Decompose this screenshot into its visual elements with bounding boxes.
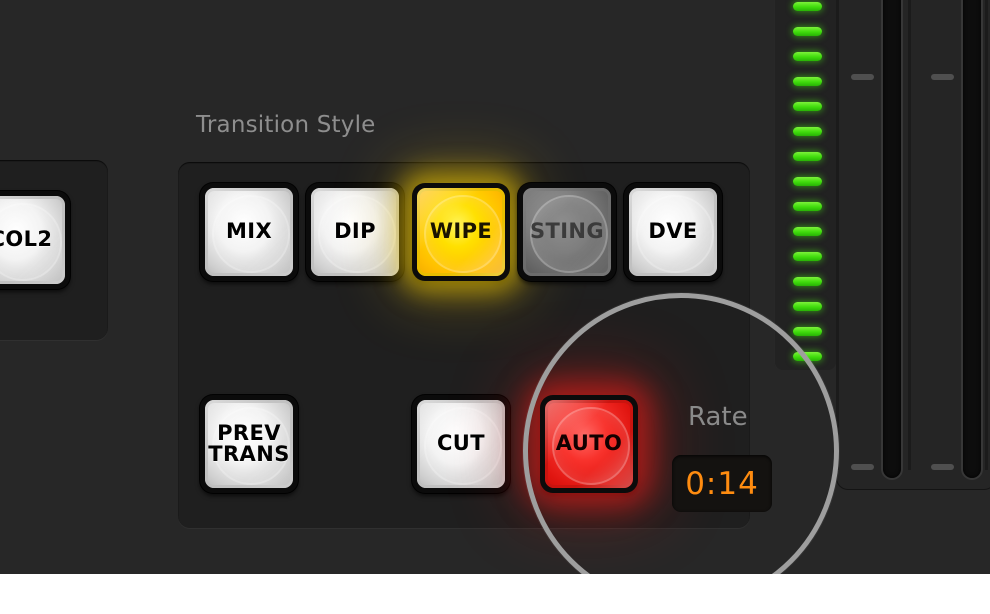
keycap-wipe: WIPE [417, 188, 505, 276]
transition-style-button-mix-label: MIX [225, 219, 273, 244]
transition-control-button-auto-label: AUTO [555, 431, 623, 456]
audio-fader-slot[interactable] [963, 0, 981, 478]
transition-control-button-prev-trans[interactable]: PREV TRANS [200, 395, 298, 493]
transition-style-button-sting[interactable]: STING [518, 183, 616, 281]
bottom-white-strip [0, 574, 990, 614]
fader-tick-right-upper [931, 74, 954, 80]
console-surface: COL2 Transition Style MIX DIP WIPE [0, 0, 990, 609]
audio-meter-led-12 [793, 277, 822, 286]
rate-label: Rate [688, 402, 748, 432]
transition-style-button-dve[interactable]: DVE [624, 183, 722, 281]
source-button-panel: COL2 [0, 160, 108, 340]
transition-style-panel: MIX DIP WIPE STING DVE PREV TRANS CUT AU… [178, 162, 750, 528]
transition-control-button-auto[interactable]: AUTO [540, 395, 638, 493]
fader-divider-left [836, 0, 839, 470]
fader-tick-right-lower [931, 464, 954, 470]
audio-meter-led-9 [793, 202, 822, 211]
keycap-col2: COL2 [0, 196, 65, 284]
rate-display[interactable]: 0:14 [672, 455, 772, 512]
audio-meter-led-3 [793, 52, 822, 61]
transition-control-button-prev-trans-label: PREV TRANS [208, 420, 290, 466]
transition-style-button-wipe-label: WIPE [429, 219, 493, 244]
audio-meter-led-15 [793, 352, 822, 361]
source-button-col2-label: COL2 [0, 227, 53, 252]
fader-divider-right [985, 0, 988, 470]
audio-meter-led-11 [793, 252, 822, 261]
screenshot-stage: COL2 Transition Style MIX DIP WIPE [0, 0, 990, 614]
transition-style-button-wipe[interactable]: WIPE [412, 183, 510, 281]
audio-meter-led-5 [793, 102, 822, 111]
transition-style-button-dip[interactable]: DIP [306, 183, 404, 281]
audio-meter-led-10 [793, 227, 822, 236]
audio-meter-led-14 [793, 327, 822, 336]
keycap-prev-trans: PREV TRANS [205, 400, 293, 488]
transition-style-heading: Transition Style [196, 112, 376, 138]
rate-value: 0:14 [685, 465, 759, 502]
keycap-mix: MIX [205, 188, 293, 276]
audio-meter-led-13 [793, 302, 822, 311]
keycap-dve: DVE [629, 188, 717, 276]
fader-tick-left-upper [851, 74, 874, 80]
keycap-sting: STING [523, 188, 611, 276]
fader-divider-mid [908, 0, 911, 470]
audio-level-meter [774, 0, 836, 370]
keycap-dip: DIP [311, 188, 399, 276]
audio-meter-led-1 [793, 2, 822, 11]
keycap-cut: CUT [417, 400, 505, 488]
transition-style-button-mix[interactable]: MIX [200, 183, 298, 281]
fader-bay [836, 0, 990, 490]
transition-style-button-dve-label: DVE [648, 219, 698, 244]
audio-meter-led-4 [793, 77, 822, 86]
transition-style-button-sting-label: STING [529, 219, 605, 244]
source-button-col2[interactable]: COL2 [0, 191, 70, 289]
audio-meter-led-8 [793, 177, 822, 186]
fader-tick-left-lower [851, 464, 874, 470]
audio-meter-led-7 [793, 152, 822, 161]
transition-control-button-cut[interactable]: CUT [412, 395, 510, 493]
audio-meter-led-2 [793, 27, 822, 36]
transition-control-button-cut-label: CUT [437, 431, 485, 456]
audio-meter-led-6 [793, 127, 822, 136]
keycap-auto: AUTO [545, 400, 633, 488]
transition-style-button-dip-label: DIP [334, 219, 376, 244]
t-bar-fader-slot[interactable] [883, 0, 901, 478]
